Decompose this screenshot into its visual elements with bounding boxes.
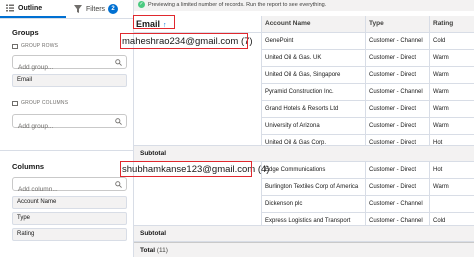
- column-header-rating[interactable]: Rating: [430, 16, 474, 33]
- groups-title: Groups: [12, 28, 39, 37]
- subtotal-row: Subtotal: [134, 225, 474, 242]
- grand-total-row: Total (11): [134, 242, 474, 257]
- rating-cell: Warm: [433, 123, 449, 129]
- type-cell: Customer - Channel: [366, 33, 430, 49]
- rating-cell: Cold: [433, 38, 446, 44]
- filter-icon: [74, 5, 82, 13]
- type-cell: Customer - Channel: [366, 196, 430, 212]
- total-count: (11): [156, 247, 168, 254]
- account-name-cell[interactable]: United Oil & Gas, Singapore: [262, 67, 366, 83]
- group-columns-icon: [12, 100, 18, 106]
- account-name-cell[interactable]: University of Arizona: [262, 118, 366, 134]
- group-rows-label: GROUP ROWS: [12, 43, 58, 49]
- rating-cell: Warm: [433, 89, 449, 95]
- panel-tabs: Outline Filters 2: [0, 0, 133, 19]
- email-header-highlight: [133, 15, 175, 29]
- group-columns-label: GROUP COLUMNS: [12, 100, 68, 106]
- search-icon: [115, 181, 122, 188]
- tab-outline[interactable]: Outline: [0, 0, 66, 18]
- tab-outline-label: Outline: [18, 4, 43, 12]
- rating-cell: Warm: [433, 72, 449, 78]
- account-name-cell[interactable]: Edge Communications: [262, 162, 366, 178]
- group-row-chip-email[interactable]: Email: [12, 74, 127, 87]
- rating-cell: [430, 196, 474, 212]
- add-row-group-input[interactable]: [13, 61, 114, 74]
- group-value-highlight: [120, 161, 252, 177]
- table-row: Burlington Textiles Corp of America Cust…: [262, 179, 474, 196]
- subtotal-row: Subtotal: [134, 145, 474, 162]
- account-name-cell[interactable]: Pyramid Construction Inc.: [262, 84, 366, 100]
- type-cell: Customer - Direct: [366, 67, 430, 83]
- table-row: Edge Communications Customer - Direct Ho…: [262, 162, 474, 179]
- account-name-cell[interactable]: Dickenson plc: [262, 196, 366, 212]
- search-icon: [115, 59, 122, 66]
- rating-cell: Hot: [433, 167, 443, 173]
- add-row-group-search[interactable]: [12, 55, 127, 74]
- table-row: Pyramid Construction Inc. Customer - Cha…: [262, 84, 474, 101]
- column-header-account-name[interactable]: Account Name: [262, 16, 366, 33]
- outline-panel: Outline Filters 2 Groups GROUP ROWS Emai…: [0, 0, 134, 257]
- type-cell: Customer - Direct: [366, 179, 430, 195]
- filters-count-badge: 2: [108, 4, 119, 14]
- report-preview: ✓ Previewing a limited number of records.…: [120, 0, 474, 257]
- check-icon: ✓: [138, 1, 145, 9]
- columns-title: Columns: [12, 162, 45, 171]
- panel-divider: [0, 150, 133, 151]
- outline-icon: [6, 4, 14, 12]
- type-cell: Customer - Channel: [366, 84, 430, 100]
- add-column-input[interactable]: [13, 183, 114, 196]
- column-chip-rating[interactable]: Rating: [12, 228, 127, 241]
- group-value-highlight: [120, 33, 248, 49]
- add-column-search[interactable]: [12, 177, 127, 196]
- rating-cell: Warm: [433, 55, 449, 61]
- tab-filters-label: Filters: [86, 5, 106, 13]
- preview-banner: ✓ Previewing a limited number of records.…: [134, 0, 474, 11]
- table-row: United Oil & Gas. UK Customer - Direct W…: [262, 50, 474, 67]
- type-cell: Customer - Direct: [366, 50, 430, 66]
- column-header-type[interactable]: Type: [366, 16, 430, 33]
- type-cell: Customer - Direct: [366, 101, 430, 117]
- add-column-group-input[interactable]: [13, 120, 114, 133]
- preview-banner-text: Previewing a limited number of records. …: [148, 2, 327, 8]
- search-icon: [115, 118, 122, 125]
- table-row: University of Arizona Customer - Direct …: [262, 118, 474, 135]
- account-name-cell[interactable]: United Oil & Gas. UK: [262, 50, 366, 66]
- account-name-cell[interactable]: GenePoint: [262, 33, 366, 49]
- account-name-cell[interactable]: Grand Hotels & Resorts Ltd: [262, 101, 366, 117]
- table-row: United Oil & Gas, Singapore Customer - D…: [262, 67, 474, 84]
- table-row: Grand Hotels & Resorts Ltd Customer - Di…: [262, 101, 474, 118]
- column-chip-account-name[interactable]: Account Name: [12, 196, 127, 209]
- total-label: Total: [140, 247, 156, 254]
- rating-cell: Warm: [433, 106, 449, 112]
- rating-cell: Warm: [433, 184, 449, 190]
- table-row: Dickenson plc Customer - Channel: [262, 196, 474, 213]
- tab-filters[interactable]: Filters 2: [66, 0, 119, 18]
- group-rows-icon: [12, 43, 18, 49]
- table-row: GenePoint Customer - Channel Cold: [262, 33, 474, 50]
- add-column-group-search[interactable]: [12, 114, 127, 133]
- type-cell: Customer - Direct: [366, 162, 430, 178]
- type-cell: Customer - Direct: [366, 118, 430, 134]
- account-name-cell[interactable]: Burlington Textiles Corp of America: [262, 179, 366, 195]
- column-chip-type[interactable]: Type: [12, 212, 127, 225]
